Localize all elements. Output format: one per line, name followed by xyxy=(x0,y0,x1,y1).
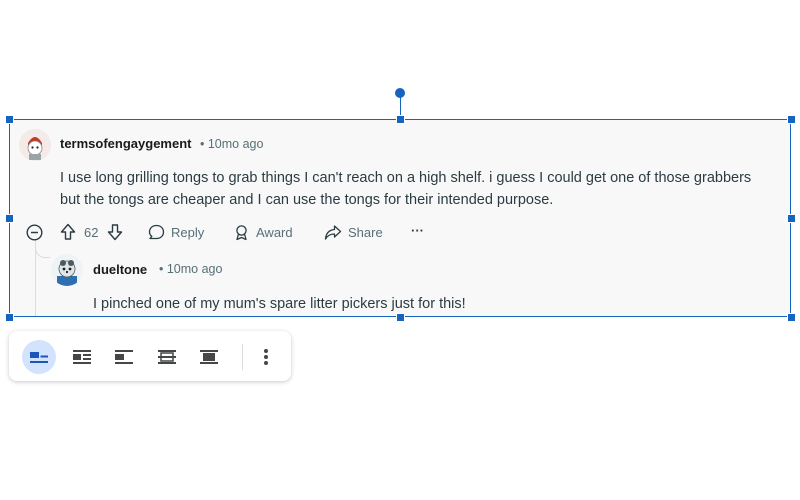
share-button[interactable]: Share xyxy=(324,224,383,241)
comment-body-line-2: but the tongs are cheaper and I can use … xyxy=(60,192,554,208)
resize-handle-bottom-left[interactable] xyxy=(5,313,14,322)
selected-image[interactable]: termsofengaygement • 10mo ago I use long… xyxy=(9,119,791,317)
upvote-button[interactable] xyxy=(60,223,76,241)
kebab-menu-icon xyxy=(264,349,268,365)
avatar[interactable] xyxy=(19,129,51,161)
downvote-button[interactable] xyxy=(107,223,123,241)
reply-body: I pinched one of my mum's spare litter p… xyxy=(93,296,466,312)
break-text-icon xyxy=(115,350,133,364)
resize-handle-top-left[interactable] xyxy=(5,115,14,124)
behind-text-button[interactable] xyxy=(150,340,184,374)
vote-count: 62 xyxy=(84,225,98,240)
image-options-toolbar xyxy=(9,331,291,381)
reply-button[interactable]: Reply xyxy=(148,224,204,241)
award-button[interactable]: Award xyxy=(233,224,293,241)
reply-avatar[interactable] xyxy=(51,254,83,286)
wrap-text-icon xyxy=(73,350,91,364)
in-front-of-text-button[interactable] xyxy=(192,340,226,374)
resize-handle-right[interactable] xyxy=(787,214,796,223)
wrap-inline-button[interactable] xyxy=(22,340,56,374)
downvote-icon xyxy=(107,224,123,241)
toolbar-divider xyxy=(242,344,243,370)
reply-label: Reply xyxy=(171,225,205,240)
behind-text-icon xyxy=(158,350,176,364)
share-icon xyxy=(324,225,342,240)
collapse-icon xyxy=(26,224,43,241)
reply-username[interactable]: dueltone xyxy=(93,262,147,277)
thread-connector xyxy=(35,241,50,258)
share-label: Share xyxy=(348,225,383,240)
resize-handle-top[interactable] xyxy=(396,115,405,124)
resize-handle-left[interactable] xyxy=(5,214,14,223)
collapse-thread-button[interactable] xyxy=(26,224,43,241)
award-icon xyxy=(236,225,247,241)
upvote-icon xyxy=(60,223,76,240)
wrap-inline-icon xyxy=(30,352,48,363)
resize-handle-top-right[interactable] xyxy=(787,115,796,124)
comment-bubble-icon xyxy=(148,224,165,240)
break-text-button[interactable] xyxy=(107,340,141,374)
resize-handle-bottom-right[interactable] xyxy=(787,313,796,322)
award-label: Award xyxy=(256,225,293,240)
rotate-handle[interactable] xyxy=(395,88,405,98)
comment-username[interactable]: termsofengaygement xyxy=(60,136,191,151)
comment-timestamp: • 10mo ago xyxy=(200,137,264,151)
more-options-menu-button[interactable] xyxy=(249,340,283,374)
vote-count-text: 62 xyxy=(84,225,99,240)
reply-timestamp: • 10mo ago xyxy=(159,262,223,276)
in-front-of-text-icon xyxy=(200,350,218,364)
more-options-button[interactable]: ··· xyxy=(411,223,424,238)
thread-line xyxy=(35,245,36,316)
wrap-text-button[interactable] xyxy=(65,340,99,374)
more-options-label: ··· xyxy=(411,223,424,238)
resize-handle-bottom[interactable] xyxy=(396,313,405,322)
